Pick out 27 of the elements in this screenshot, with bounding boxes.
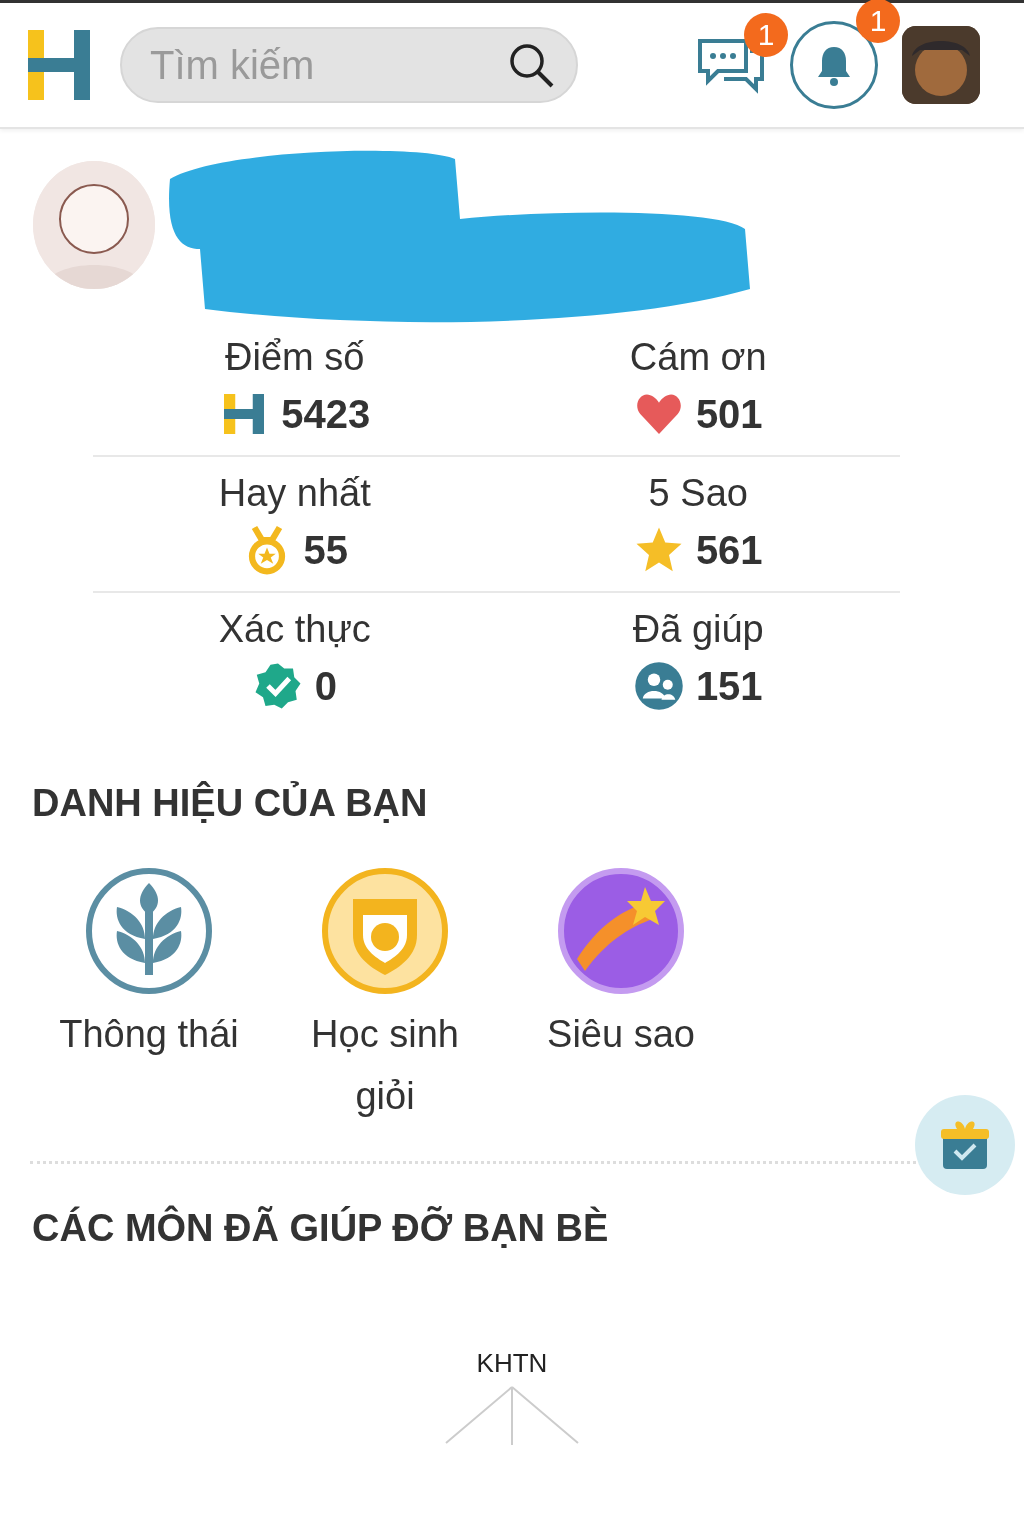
badge-label: Siêu sao	[547, 1012, 695, 1057]
stat-label: Hay nhất	[218, 471, 371, 515]
count-badge: 1	[744, 13, 788, 57]
stat-value: 501	[695, 391, 763, 438]
logo-icon[interactable]	[28, 30, 92, 100]
stat-label: Điểm số	[225, 335, 365, 379]
wheat-badge-icon	[85, 867, 213, 995]
stat-value: 55	[303, 527, 348, 574]
stat-value: 561	[695, 527, 763, 574]
badge-label: Thông thái	[59, 1012, 239, 1057]
stat-value: 0	[314, 663, 337, 710]
count-badge: 1	[856, 0, 900, 43]
stat-label: Xác thực	[218, 607, 371, 651]
stat-label: 5 Sao	[648, 471, 748, 515]
badge-label: Học sinh giỏi	[310, 1012, 460, 1119]
stat-label: Đã giúp	[632, 607, 764, 651]
shield-badge-icon	[321, 867, 449, 995]
stat-value: 5423	[281, 391, 371, 438]
chart-label: KHTN	[476, 1348, 548, 1379]
stat-label: Cám ơn	[629, 335, 767, 379]
shooting-star-badge-icon	[557, 867, 685, 995]
stat-value: 151	[695, 663, 763, 710]
people-icon	[633, 661, 684, 711]
search-field[interactable]: Tìm kiếm	[120, 27, 578, 103]
avatar[interactable]	[902, 26, 980, 104]
section-heading: CÁC MÔN ĐÃ GIÚP ĐỠ BẠN BÈ	[31, 1204, 610, 1251]
section-heading: DANH HIỆU CỦA BẠN	[31, 780, 429, 826]
